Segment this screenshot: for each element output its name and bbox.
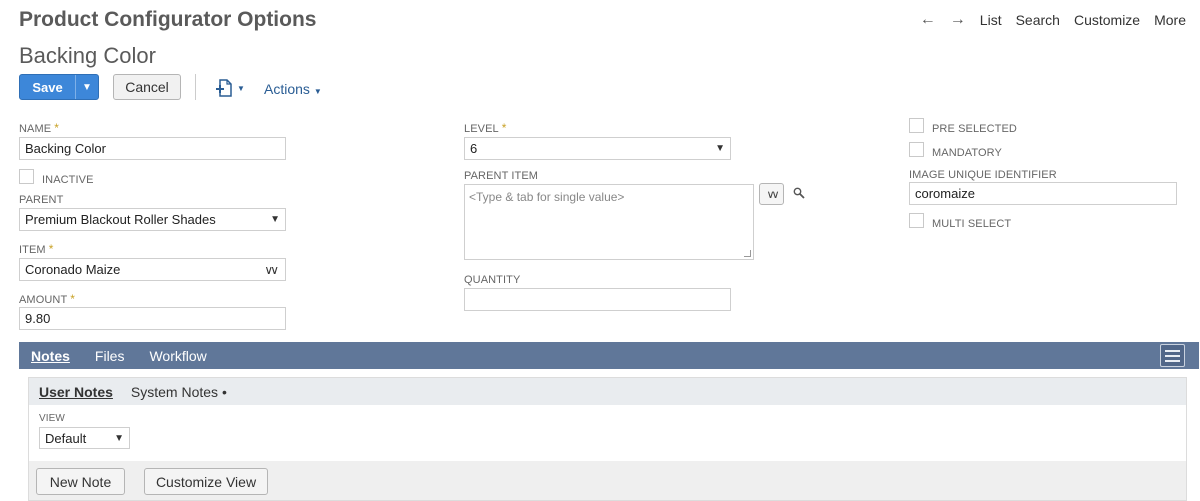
tab-user-notes[interactable]: User Notes <box>39 384 113 400</box>
chevron-down-icon: ▼ <box>313 87 322 96</box>
search-icon[interactable] <box>793 187 805 202</box>
tab-workflow[interactable]: Workflow <box>149 348 206 364</box>
quantity-label: QUANTITY <box>464 274 521 286</box>
tab-files[interactable]: Files <box>95 348 125 364</box>
quantity-field[interactable] <box>464 288 731 311</box>
parent-item-placeholder: <Type & tab for single value> <box>469 190 625 204</box>
parent-item-label: PARENT ITEM <box>464 170 539 182</box>
double-chevron-down-icon[interactable]: ∨∨ <box>264 263 278 277</box>
tab-notes[interactable]: Notes <box>31 348 70 364</box>
multi-select-label: MULTI SELECT <box>932 218 1012 230</box>
level-label: LEVEL * <box>464 121 507 135</box>
image-uid-field[interactable]: coromaize <box>909 182 1177 205</box>
view-select[interactable]: Default ▼ <box>39 427 130 449</box>
actions-menu[interactable]: Actions ▼ <box>264 81 322 97</box>
chevron-down-icon: ▼ <box>114 432 124 444</box>
search-link[interactable]: Search <box>1016 12 1060 28</box>
list-link[interactable]: List <box>980 12 1002 28</box>
amount-label: AMOUNT * <box>19 292 76 306</box>
multi-select-row: MULTI SELECT <box>909 210 1011 230</box>
pre-selected-label: PRE SELECTED <box>932 123 1017 135</box>
parent-label: PARENT <box>19 194 64 206</box>
view-area: VIEW Default ▼ <box>29 405 1186 461</box>
inactive-row: INACTIVE <box>19 166 94 186</box>
parent-select[interactable]: Premium Blackout Roller Shades ▼ <box>19 208 286 231</box>
subtab-bar: Notes Files Workflow <box>19 342 1199 369</box>
resize-handle[interactable] <box>744 250 751 257</box>
save-button[interactable]: Save ▼ <box>19 74 99 100</box>
image-uid-label: IMAGE UNIQUE IDENTIFIER <box>909 169 1057 181</box>
parent-item-textarea[interactable]: <Type & tab for single value> <box>464 184 754 260</box>
pre-selected-row: PRE SELECTED <box>909 115 1017 135</box>
toolbar-divider <box>195 74 196 100</box>
double-chevron-down-icon: ∨∨ <box>766 188 779 201</box>
record-name: Backing Color <box>19 43 156 68</box>
amount-field[interactable]: 9.80 <box>19 307 286 330</box>
mandatory-row: MANDATORY <box>909 139 1002 159</box>
parent-item-picker-button[interactable]: ∨∨ <box>759 183 784 205</box>
chevron-down-icon: ▼ <box>237 83 245 93</box>
save-dropdown-icon[interactable]: ▼ <box>76 75 98 99</box>
multi-select-checkbox[interactable] <box>909 212 924 228</box>
item-field[interactable]: Coronado Maize ∨∨ <box>19 258 286 281</box>
customize-view-button[interactable]: Customize View <box>144 468 268 495</box>
actions-label[interactable]: Actions <box>264 81 310 97</box>
customize-link[interactable]: Customize <box>1074 12 1140 28</box>
inactive-checkbox[interactable] <box>19 168 34 184</box>
tab-system-notes[interactable]: System Notes • <box>131 384 227 400</box>
notes-inner-tabs: User Notes System Notes • <box>29 378 1186 405</box>
mandatory-label: MANDATORY <box>932 147 1002 159</box>
arrow-right-icon[interactable]: → <box>950 11 966 29</box>
chevron-down-icon: ▼ <box>715 143 725 154</box>
new-note-button[interactable]: New Note <box>36 468 125 495</box>
name-field[interactable]: Backing Color <box>19 137 286 160</box>
name-label: NAME * <box>19 121 59 135</box>
save-button-label[interactable]: Save <box>20 75 76 99</box>
arrow-left-icon[interactable]: ← <box>920 11 936 29</box>
page-title: Product Configurator Options <box>19 8 317 31</box>
level-select[interactable]: 6 ▼ <box>464 137 731 160</box>
new-document-icon <box>216 79 232 97</box>
notes-panel: User Notes System Notes • VIEW Default ▼… <box>28 377 1187 501</box>
chevron-down-icon: ▼ <box>270 214 280 225</box>
item-label: ITEM * <box>19 242 54 256</box>
inactive-label: INACTIVE <box>42 174 94 186</box>
view-label: VIEW <box>39 413 65 424</box>
cancel-button[interactable]: Cancel <box>113 74 181 100</box>
pre-selected-checkbox[interactable] <box>909 117 924 133</box>
mandatory-checkbox[interactable] <box>909 141 924 157</box>
hamburger-menu-icon[interactable] <box>1160 344 1185 367</box>
more-link[interactable]: More <box>1154 12 1186 28</box>
new-record-button[interactable]: ▼ <box>215 77 251 99</box>
top-navigation: ← → List Search Customize More <box>920 11 1186 29</box>
